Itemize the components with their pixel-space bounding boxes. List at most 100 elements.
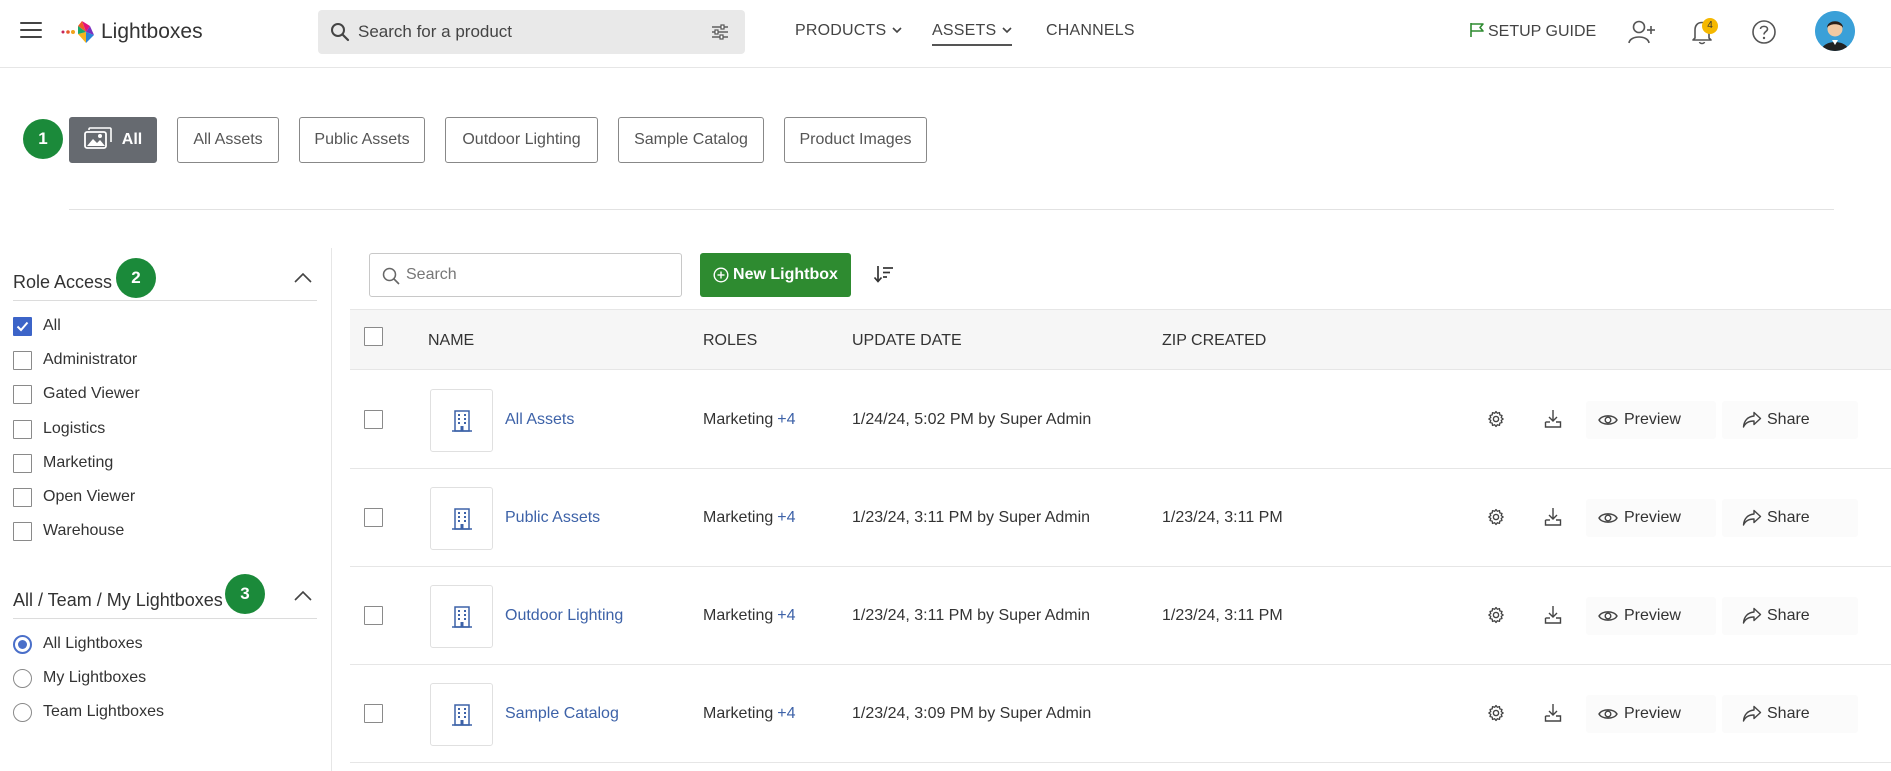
row-roles: Marketing +4 — [703, 411, 796, 429]
column-header-update-date[interactable]: UPDATE DATE — [852, 332, 962, 350]
role-option-gated-viewer[interactable]: Gated Viewer — [13, 383, 140, 405]
checkbox[interactable] — [13, 453, 32, 473]
checkbox[interactable] — [13, 384, 32, 404]
radio-selected[interactable] — [13, 634, 32, 654]
more-roles-link[interactable]: +4 — [777, 705, 795, 722]
role-option-label: Gated Viewer — [43, 385, 140, 402]
more-roles-link[interactable]: +4 — [777, 509, 795, 526]
role-name: Marketing — [703, 411, 774, 428]
notification-count-badge: 4 — [1702, 18, 1718, 34]
lightbox-search-field[interactable] — [369, 253, 682, 297]
lightbox-thumbnail[interactable] — [430, 487, 493, 550]
chip-all[interactable]: All — [69, 117, 157, 163]
column-header-zip-created[interactable]: ZIP CREATED — [1162, 332, 1266, 350]
avatar[interactable] — [1815, 11, 1855, 51]
add-user-icon[interactable] — [1628, 19, 1656, 45]
gear-icon[interactable] — [1487, 508, 1505, 526]
checkbox[interactable] — [13, 419, 32, 439]
gear-icon[interactable] — [1487, 704, 1505, 722]
new-lightbox-button[interactable]: New Lightbox — [700, 253, 851, 297]
role-option-open-viewer[interactable]: Open Viewer — [13, 486, 135, 508]
preview-button[interactable]: Preview — [1586, 695, 1716, 733]
scope-option-label: Team Lightboxes — [43, 703, 164, 720]
step-3-badge: 3 — [225, 574, 265, 614]
download-icon[interactable] — [1544, 605, 1562, 625]
role-access-heading: Role Access — [13, 272, 113, 292]
row-checkbox[interactable] — [364, 606, 383, 625]
nav-channels[interactable]: CHANNELS — [1046, 22, 1135, 40]
chip-outdoor-lighting[interactable]: Outdoor Lighting — [445, 117, 598, 163]
setup-guide-link[interactable]: SETUP GUIDE — [1469, 22, 1596, 41]
role-name: Marketing — [703, 705, 774, 722]
checkbox[interactable] — [13, 350, 32, 370]
filter-sliders-icon[interactable] — [711, 23, 729, 41]
share-button[interactable]: Share — [1722, 695, 1858, 733]
help-icon[interactable] — [1751, 19, 1777, 45]
lightbox-name-link[interactable]: Outdoor Lighting — [505, 607, 623, 625]
lightbox-thumbnail[interactable] — [430, 389, 493, 452]
eye-icon — [1598, 415, 1618, 425]
lightbox-thumbnail[interactable] — [430, 585, 493, 648]
role-option-label: Open Viewer — [43, 488, 136, 505]
radio[interactable] — [13, 668, 32, 688]
row-checkbox[interactable] — [364, 410, 383, 429]
chip-sample-catalog[interactable]: Sample Catalog — [618, 117, 764, 163]
role-option-marketing[interactable]: Marketing — [13, 452, 113, 474]
column-header-roles[interactable]: ROLES — [703, 332, 757, 350]
share-icon — [1742, 509, 1762, 526]
row-checkbox[interactable] — [364, 704, 383, 723]
radio[interactable] — [13, 702, 32, 722]
role-option-logistics[interactable]: Logistics — [13, 418, 105, 440]
checkbox-checked[interactable] — [13, 316, 32, 336]
share-button[interactable]: Share — [1722, 597, 1858, 635]
lightbox-name-link[interactable]: Sample Catalog — [505, 705, 619, 723]
select-all-checkbox[interactable] — [364, 327, 383, 346]
lightbox-search-input[interactable] — [406, 264, 666, 286]
chevron-up-icon[interactable] — [294, 273, 312, 283]
sort-icon[interactable] — [872, 262, 896, 286]
download-icon[interactable] — [1544, 507, 1562, 527]
product-search-placeholder[interactable]: Search for a product — [358, 22, 512, 42]
share-button[interactable]: Share — [1722, 401, 1858, 439]
download-icon[interactable] — [1544, 409, 1562, 429]
table-row: Public Assets Marketing +4 1/23/24, 3:11 … — [350, 469, 1891, 567]
chip-product-images[interactable]: Product Images — [784, 117, 927, 163]
gear-icon[interactable] — [1487, 606, 1505, 624]
role-access-rule — [13, 300, 317, 301]
more-roles-link[interactable]: +4 — [777, 607, 795, 624]
column-header-name[interactable]: NAME — [428, 332, 474, 350]
lightbox-name-link[interactable]: All Assets — [505, 411, 574, 429]
preview-button[interactable]: Preview — [1586, 597, 1716, 635]
chevron-down-icon — [892, 27, 902, 34]
scope-option-team-lightboxes[interactable]: Team Lightboxes — [13, 701, 164, 723]
lightbox-name-link[interactable]: Public Assets — [505, 509, 600, 527]
hamburger-menu-icon[interactable] — [20, 22, 42, 40]
lightbox-scope-rule — [13, 618, 317, 619]
chip-public-assets[interactable]: Public Assets — [299, 117, 425, 163]
share-button[interactable]: Share — [1722, 499, 1858, 537]
preview-button[interactable]: Preview — [1586, 401, 1716, 439]
product-search-bar[interactable]: Search for a product — [318, 10, 745, 54]
lightbox-scope-heading: All / Team / My Lightboxes — [13, 590, 223, 610]
checkbox[interactable] — [13, 521, 32, 541]
search-icon — [382, 267, 400, 285]
nav-assets[interactable]: ASSETS — [932, 22, 1013, 46]
section-divider — [69, 209, 1834, 210]
download-icon[interactable] — [1544, 703, 1562, 723]
role-option-all[interactable]: All — [13, 315, 61, 337]
step-2-badge: 2 — [116, 258, 156, 298]
chip-all-assets[interactable]: All Assets — [177, 117, 279, 163]
gear-icon[interactable] — [1487, 410, 1505, 428]
more-roles-link[interactable]: +4 — [777, 411, 795, 428]
lightbox-thumbnail[interactable] — [430, 683, 493, 746]
chevron-up-icon[interactable] — [294, 591, 312, 601]
role-option-warehouse[interactable]: Warehouse — [13, 520, 124, 542]
nav-products[interactable]: PRODUCTS — [795, 22, 902, 40]
role-option-administrator[interactable]: Administrator — [13, 349, 137, 371]
checkbox[interactable] — [13, 487, 32, 507]
preview-button[interactable]: Preview — [1586, 499, 1716, 537]
row-update-date: 1/23/24, 3:11 PM by Super Admin — [852, 607, 1091, 624]
scope-option-all-lightboxes[interactable]: All Lightboxes — [13, 633, 143, 655]
scope-option-my-lightboxes[interactable]: My Lightboxes — [13, 667, 146, 689]
row-checkbox[interactable] — [364, 508, 383, 527]
